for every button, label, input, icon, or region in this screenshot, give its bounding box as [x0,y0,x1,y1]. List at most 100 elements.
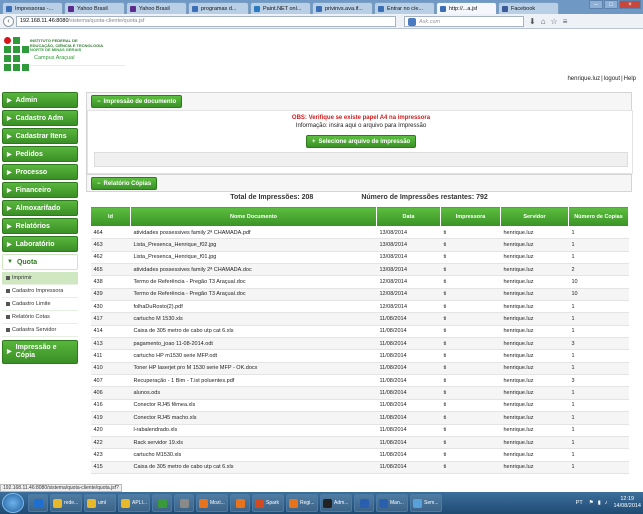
table-row[interactable]: 420 l-rabalendrado.xls 11/08/2014 ti henriqu… [90,424,629,437]
print-document-toggle[interactable]: − Impressão de documento [91,95,183,108]
column-header[interactable]: Servidor [500,206,569,227]
volume-icon[interactable]: ♪ [605,500,608,506]
sidebar-item-relat-rios[interactable]: ▶ Relatórios [2,218,78,234]
taskbar-app-label: uml [98,500,107,506]
sidebar-subitem[interactable]: Relatório Cotas [2,311,78,324]
browser-tab[interactable]: Facebook [498,2,559,14]
table-row[interactable]: 415 Caixa de 305 metro de cabo utp cat 6.… [90,461,629,474]
taskbar-app[interactable]: Man... [376,494,408,512]
table-cell: Rack servidor 19.xls [130,436,377,450]
sidebar-subitem[interactable]: Imprimir [2,272,78,285]
select-file-button[interactable]: + Selecione arquivo de impressão [306,135,417,148]
column-header[interactable]: Número de Copias [568,206,629,227]
taskbar-app[interactable] [152,494,172,512]
taskbar-app[interactable]: Spark [252,494,284,512]
table-row[interactable]: 438 Termo de Referência - Pregão T3 Araçu… [90,275,629,289]
home-icon[interactable]: ⌂ [541,17,546,26]
table-row[interactable]: 410 Toner HP laserjet pro M 1530 serie MF… [90,362,629,376]
sidebar-item-almoxarifado[interactable]: ▶ Almoxarifado [2,200,78,216]
browser-tab[interactable]: privinvs.ava.if... [312,2,373,14]
table-row[interactable]: 406 alunos.ods 11/08/2014 ti henrique.luz 1 [90,386,629,400]
table-row[interactable]: 465 atividades possessives family 2ª CHAM… [90,263,629,277]
taskbar-app-label: Mozi... [210,500,225,506]
table-cell: Caixa de 305 metro de cabo utp cat 6.xls [130,325,377,339]
taskbar-app[interactable] [28,494,48,512]
taskbar-app[interactable]: Regi... [286,494,318,512]
browser-tab[interactable]: Paint.NET onl... [250,2,311,14]
taskbar-app[interactable]: rede... [50,494,82,512]
download-icon[interactable]: ⬇ [529,17,536,26]
total-prints: Total de Impressões: 208 [230,194,314,201]
table-cell: henrique.luz [500,424,569,437]
taskbar-app[interactable]: Sem... [410,494,442,512]
start-button[interactable] [2,493,24,513]
table-row[interactable]: 463 Lista_Presenca_Henrique_f02.jpg 13/08/… [90,238,629,252]
column-header[interactable]: Data [376,206,441,227]
close-button[interactable]: × [619,0,641,9]
taskbar-app[interactable]: Mozi... [196,494,228,512]
logout-link[interactable]: logout [604,76,620,82]
help-link[interactable]: Help [624,76,636,82]
taskbar-app[interactable]: uml [84,494,116,512]
sidebar-subitem[interactable]: Cadastro Impressora [2,285,78,298]
search-input[interactable]: Ask.com [404,15,524,27]
table-row[interactable]: 413 pagamento_joao 11-08-2014.odt 11/08/20… [90,337,629,351]
sidebar-item-cadastrar-itens[interactable]: ▶ Cadastrar Itens [2,128,78,144]
table-row[interactable]: 417 cartucho M 1530.xls 11/08/2014 ti henriq… [90,312,629,326]
table-row[interactable]: 464 atividades possessives family 2ª CHAM… [90,226,629,240]
sidebar-subitem-label: Imprimir [12,275,32,281]
table-row[interactable]: 419 Conector RJ45 macho.xls 11/08/2014 ti he… [90,411,629,425]
browser-tab[interactable]: programas d... [188,2,249,14]
table-row[interactable]: 423 cartucho M1530.xls 11/08/2014 ti henriqu… [90,448,629,462]
sidebar-item-processo[interactable]: ▶ Processo [2,164,78,180]
sidebar-subitem[interactable]: Cadastra Servidor [2,324,78,337]
browser-tab[interactable]: Impressoras -... [2,2,63,14]
bookmark-icon[interactable]: ☆ [551,17,558,26]
browser-tab[interactable]: http://...a.jsf [436,2,497,14]
column-header[interactable]: Nome Documento [130,206,377,227]
clock[interactable]: 12:19 14/08/2014 [613,496,641,510]
flag-icon[interactable]: ⚑ [589,500,594,506]
table-row[interactable]: 416 Conector RJ45 fêmea.xls 11/08/2014 ti he… [90,399,629,413]
table-row[interactable]: 407 Recuperação - 1 Bim - T.ist poluentes… [90,374,629,388]
language-indicator[interactable]: PT [576,500,583,506]
minimize-button[interactable]: – [589,0,603,9]
taskbar-app[interactable] [230,494,250,512]
menu-icon[interactable]: ≡ [563,17,568,26]
browser-tab[interactable]: Entrar no cíe... [374,2,435,14]
clock-date: 14/08/2014 [613,503,641,509]
taskbar-app[interactable]: Adm... [320,494,352,512]
table-cell: 464 [90,226,131,240]
column-header[interactable]: Id [90,206,131,227]
sidebar-item-quota[interactable]: ▼ Quota [2,254,78,270]
table-row[interactable]: 411 cartucho HP m1530 serie MFP.odt 11/08/… [90,349,629,363]
table-cell: henrique.luz [500,374,569,388]
file-drop-zone[interactable] [94,152,628,167]
sidebar-item-financeiro[interactable]: ▶ Financeiro [2,182,78,198]
address-bar[interactable]: 192.168.11.46:8080/sistema/quota-cliente… [16,15,396,27]
table-row[interactable]: 462 Lista_Presenca_Henrique_f01.jpg 13/08/… [90,251,629,265]
sidebar-item-impressao-copia[interactable]: ▶ Impressão e Cópia [2,340,78,364]
table-row[interactable]: 439 Termo de Referência - Pregão T3 Araçu… [90,288,629,302]
taskbar-app[interactable] [174,494,194,512]
sidebar-item-pedidos[interactable]: ▶ Pedidos [2,146,78,162]
sidebar-subitem[interactable]: Cadastro Limite [2,298,78,311]
table-cell: 417 [90,312,131,326]
back-button[interactable]: ‹ [3,15,14,27]
table-row[interactable]: 414 Caixa de 305 metro de cabo utp cat 6.… [90,325,629,339]
taskbar-app[interactable]: APLI... [118,494,150,512]
maximize-button[interactable]: □ [604,0,618,9]
table-row[interactable]: 430 folhaDuRosto(2).pdf 12/08/2014 ti henriq… [90,300,629,314]
sidebar-item-laborat-rio[interactable]: ▶ Laboratório [2,236,78,252]
network-icon[interactable]: ▮ [598,500,601,506]
table-row[interactable]: 422 Rack servidor 19.xls 11/08/2014 ti henri… [90,436,629,450]
browser-tab[interactable]: Yahoo Brasil [126,2,187,14]
sidebar-item-admin[interactable]: ▶ Admin [2,92,78,108]
sidebar-item-cadastro-adm[interactable]: ▶ Cadastro Adm [2,110,78,126]
username-link[interactable]: henrique.luz [567,76,600,82]
report-copies-toggle[interactable]: − Relatório Cópias [91,177,158,190]
column-header[interactable]: Impressora [440,206,501,227]
table-cell: Lista_Presenca_Henrique_f01.jpg [130,251,377,265]
browser-tab[interactable]: Yahoo Brasil [64,2,125,14]
taskbar-app[interactable] [354,494,374,512]
